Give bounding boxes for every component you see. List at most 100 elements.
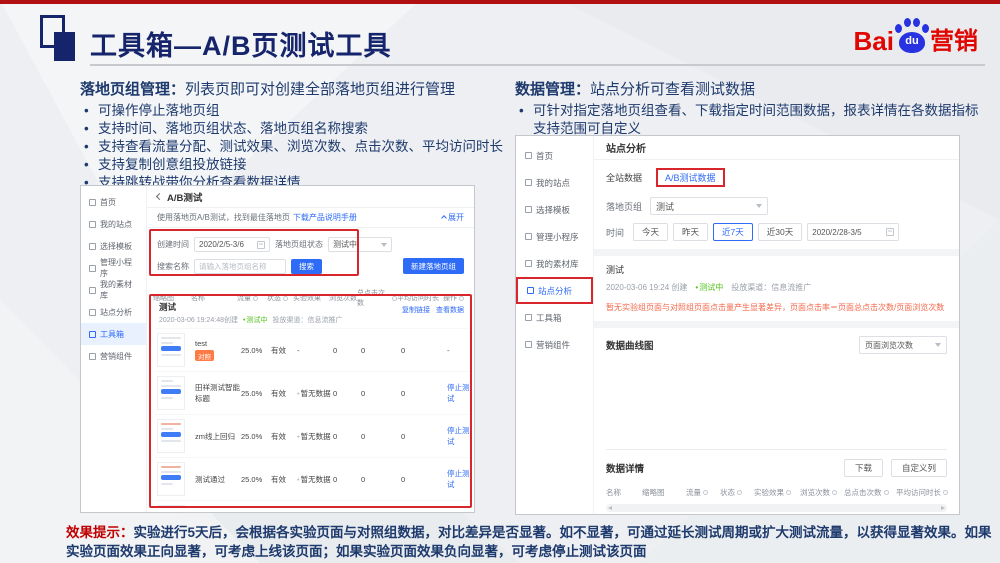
status-select-value: 测试中	[333, 239, 357, 250]
custom-columns-button[interactable]: 自定义列	[891, 459, 947, 477]
page-thumbnail	[157, 376, 185, 410]
sidebar-item-label: 首页	[100, 197, 116, 208]
right-heading-bold: 数据管理：	[515, 81, 590, 98]
ab-test-title: A/B测试	[167, 190, 202, 204]
sidebar-item-label: 管理小程序	[536, 231, 579, 243]
sidebar-item-label: 我的素材库	[536, 258, 579, 270]
chevron-down-icon	[756, 204, 762, 208]
horizontal-scrollbar[interactable]	[606, 504, 947, 512]
sidebar-item-home[interactable]: 首页	[516, 142, 593, 169]
date-range-value: 2020/2/5-3/6	[199, 240, 244, 249]
sidebar-item-my-sites[interactable]: 我的站点	[516, 169, 593, 196]
right-heading-rest: 站点分析可查看测试数据	[590, 81, 755, 98]
search-input[interactable]	[194, 259, 286, 274]
group-status-label: 落地页组状态	[275, 239, 323, 250]
sidebar-item-toolbox[interactable]: 工具箱	[81, 323, 146, 345]
duration-cell: 0	[401, 389, 447, 398]
sidebar-item-label: 管理小程序	[100, 257, 138, 279]
sidebar-item-my-sites[interactable]: 我的站点	[81, 213, 146, 235]
back-icon[interactable]	[156, 193, 163, 200]
row-name: 田祥测试智能标题	[195, 382, 241, 404]
intro-text: 使用落地页A/B测试，找到最佳落地页	[157, 212, 290, 223]
chart-metric-select[interactable]: 页面浏览次数	[859, 336, 947, 354]
sidebar-item-templates[interactable]: 选择模板	[81, 235, 146, 257]
traffic-cell: 25.0%	[241, 432, 271, 441]
slide-title: 工具箱—A/B页测试工具	[90, 24, 392, 63]
sidebar-item-templates[interactable]: 选择模板	[516, 196, 593, 223]
views-cell: 0	[333, 389, 361, 398]
calendar-icon	[886, 228, 894, 236]
paw-toe-icon	[922, 24, 929, 33]
sidebar-item-marketing-components[interactable]: 营销组件	[81, 345, 146, 367]
table-row: test对照 25.0% 有效 - 0 0 0 -	[155, 328, 470, 371]
column-header: 流量	[686, 487, 720, 498]
baidu-marketing-logo: Bai du 营销	[854, 18, 978, 54]
sidebar-item-site-analysis[interactable]: 站点分析	[81, 301, 146, 323]
bullet-item: 支持复制创意组投放链接	[80, 156, 525, 174]
status-cell: 有效	[271, 388, 297, 399]
duration-cell: 0	[401, 432, 447, 441]
template-icon	[89, 243, 96, 250]
sidebar-item-label: 我的站点	[536, 177, 570, 189]
stop-test-button[interactable]: 停止测试	[447, 425, 470, 447]
sidebar-item-assets[interactable]: 我的素材库	[516, 250, 593, 277]
time-option-7days[interactable]: 近7天	[713, 223, 753, 241]
sidebar-item-toolbox[interactable]: 工具箱	[516, 304, 593, 331]
download-button[interactable]: 下载	[844, 459, 883, 477]
view-data-button[interactable]: 查看数据	[436, 305, 464, 315]
tab-all-site-data[interactable]: 全站数据	[606, 171, 642, 184]
stop-test-button[interactable]: 停止测试	[447, 468, 470, 490]
search-button[interactable]: 搜索	[291, 259, 322, 274]
right-description-heading: 数据管理：站点分析可查看测试数据	[515, 78, 987, 99]
scroll-left-icon[interactable]	[608, 506, 612, 510]
left-app-sidebar: 首页 我的站点 选择模板 管理小程序 我的素材库 站点分析 工具箱 营销组件	[81, 186, 147, 512]
row-name-cell: 测试通过	[195, 474, 241, 485]
group-rows-region: 测试 2020-03-06 19:24:48创建 测试中 投放渠道：信息流推广 …	[155, 297, 470, 508]
significance-note: 暂无实验组页面与对照组页面点击量产生显著差异，页面点击率＝页面总点击次数/页面浏…	[594, 297, 959, 321]
sidebar-item-home[interactable]: 首页	[81, 191, 146, 213]
chart-header: 数据曲线图 页面浏览次数	[594, 328, 959, 358]
group-filter-row: 落地页组 测试	[594, 193, 959, 219]
detail-table-header: 名称 缩略图 流量 状态 实验效果 浏览次数 总点击次数 平均访问时长	[594, 483, 959, 502]
sidebar-item-mini-program[interactable]: 管理小程序	[81, 257, 146, 279]
top-accent-bar	[0, 0, 1000, 4]
new-group-button[interactable]: 新建落地页组	[403, 258, 464, 274]
effect-cell: 暂无数据	[297, 474, 333, 485]
page-thumbnail	[157, 333, 185, 367]
time-option-yesterday[interactable]: 昨天	[673, 223, 708, 241]
traffic-cell: 25.0%	[241, 389, 271, 398]
gear-icon	[89, 265, 96, 272]
filter-panel: 创建时间 2020/2/5-3/6 落地页组状态 测试中 搜索名称 搜索 新建落…	[147, 228, 474, 284]
sidebar-item-label: 站点分析	[100, 307, 132, 318]
time-filter-row: 时间 今天 昨天 近7天 近30天 2020/2/28-3/5	[594, 219, 959, 249]
stop-test-button[interactable]: 停止测试	[447, 382, 470, 404]
status-select[interactable]: 测试中	[328, 237, 392, 252]
slide: 工具箱—A/B页测试工具 Bai du 营销 落地页组管理：列表页即可对创建全部…	[0, 0, 1000, 563]
time-option-30days[interactable]: 近30天	[758, 223, 802, 241]
time-option-today[interactable]: 今天	[633, 223, 668, 241]
copy-link-button[interactable]: 复制链接	[402, 305, 430, 315]
scroll-right-icon[interactable]	[941, 506, 945, 510]
info-icon	[737, 490, 742, 495]
effect-tip-text: 实验进行5天后，会根据各实验页面与对照组数据，对比差异是否显著。如不显著，可通过…	[66, 525, 992, 559]
sidebar-item-marketing-components[interactable]: 营销组件	[516, 331, 593, 358]
download-manual-link[interactable]: 下载产品说明手册	[293, 212, 357, 223]
date-range-picker[interactable]: 2020/2/5-3/6	[194, 237, 270, 252]
logo-text-bai: Bai	[854, 28, 894, 54]
sidebar-item-mini-program[interactable]: 管理小程序	[516, 223, 593, 250]
column-header: 平均访问时长	[896, 487, 949, 498]
expand-toggle[interactable]: 展开	[442, 212, 464, 223]
analytics-icon	[527, 287, 534, 294]
date-range-picker[interactable]: 2020/2/28-3/5	[807, 223, 899, 241]
group-meta: 2020-03-06 19:24:48创建 测试中 投放渠道：信息流推广	[159, 315, 466, 325]
sidebar-item-site-analysis[interactable]: 站点分析	[516, 277, 593, 304]
page-thumbnail	[157, 462, 185, 496]
duration-cell: 0	[401, 475, 447, 484]
group-select[interactable]: 测试	[650, 197, 768, 215]
home-icon	[89, 199, 96, 206]
tab-ab-test-data[interactable]: A/B测试数据	[656, 168, 725, 187]
clicks-cell: 0	[361, 389, 401, 398]
component-icon	[89, 353, 96, 360]
date-range-value: 2020/2/28-3/5	[812, 228, 861, 237]
sidebar-item-assets[interactable]: 我的素材库	[81, 279, 146, 301]
